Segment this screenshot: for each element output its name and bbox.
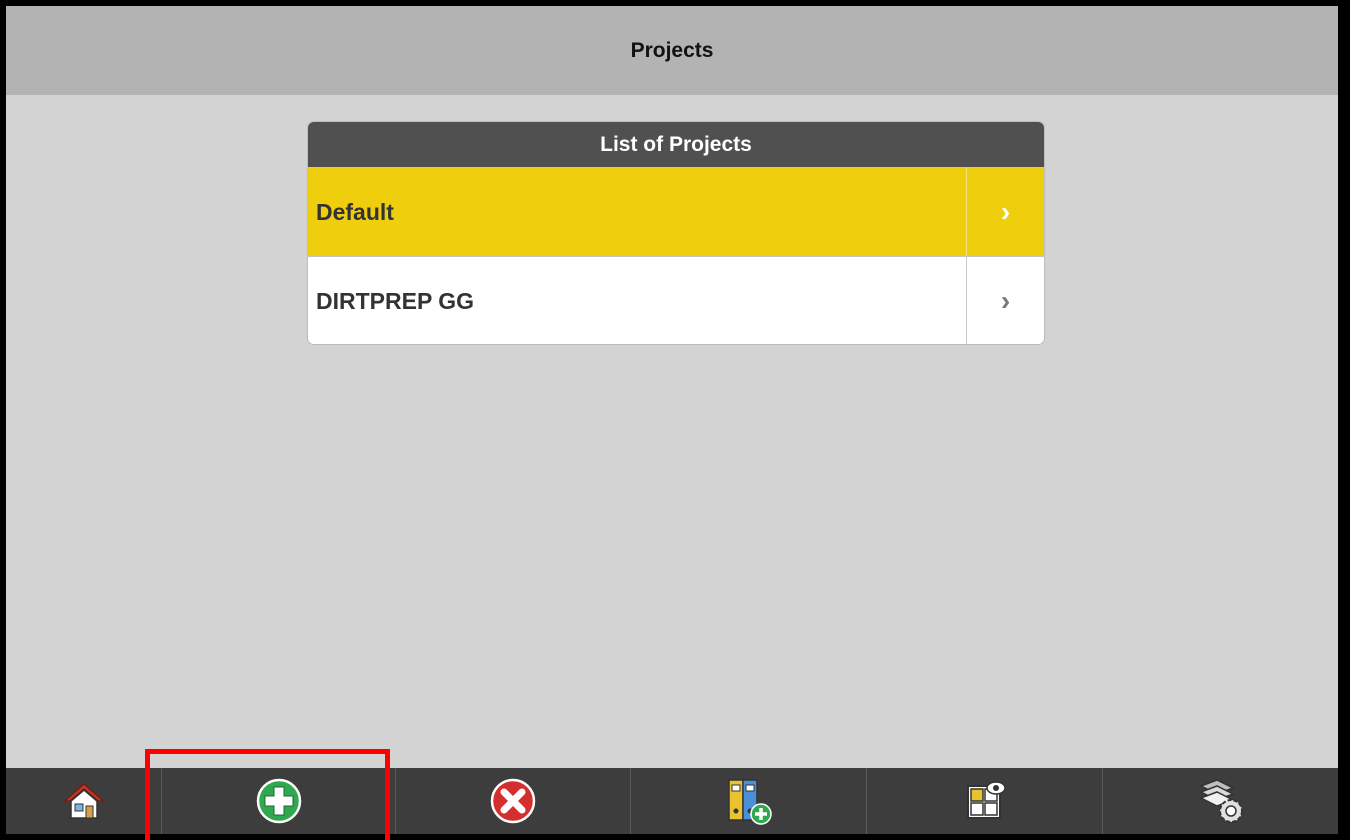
delete-button[interactable]: [396, 768, 631, 834]
add-button[interactable]: [162, 768, 396, 834]
project-row-label: DIRTPREP GG: [316, 287, 475, 314]
project-row-dirtprep-gg[interactable]: DIRTPREP GG ›: [308, 256, 1044, 344]
chevron-right-icon[interactable]: ›: [966, 257, 1044, 344]
project-row-default[interactable]: Default ›: [308, 167, 1044, 256]
page-title: Projects: [630, 38, 714, 62]
binder-add-icon: [727, 779, 772, 825]
title-bar: Projects: [6, 6, 1338, 95]
home-icon: [62, 782, 105, 819]
layer-settings-button[interactable]: [1103, 768, 1338, 834]
project-row-label: Default: [316, 198, 394, 225]
bottom-toolbar: [6, 768, 1338, 834]
home-button[interactable]: [6, 768, 162, 834]
layout-view-icon: [966, 781, 1006, 819]
delete-icon: [490, 778, 536, 824]
view-layout-button[interactable]: [867, 768, 1103, 834]
app-window: Projects List of Projects Default › DIRT…: [6, 6, 1338, 834]
add-binder-button[interactable]: [631, 768, 867, 834]
layers-gear-icon: [1198, 779, 1243, 823]
add-icon: [256, 778, 301, 824]
chevron-right-icon[interactable]: ›: [966, 168, 1044, 256]
project-list-panel: List of Projects Default › DIRTPREP GG ›: [308, 122, 1044, 344]
project-list-heading: List of Projects: [308, 122, 1044, 167]
